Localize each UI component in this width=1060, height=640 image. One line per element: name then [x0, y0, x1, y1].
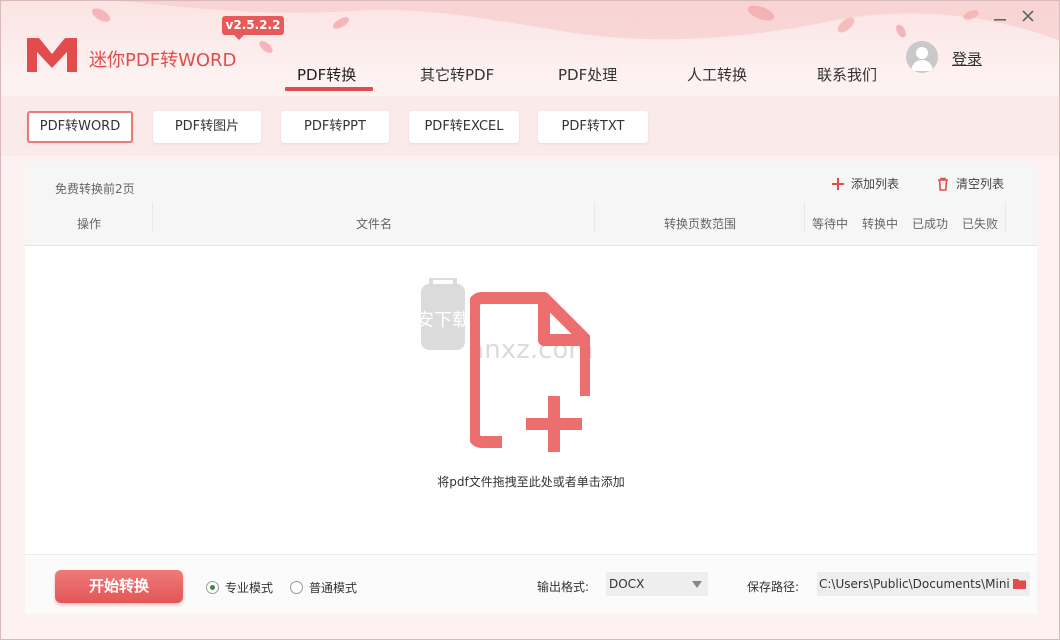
- save-path-label: 保存路径:: [747, 580, 800, 594]
- tab-manual-convert[interactable]: 人工转换: [687, 64, 747, 86]
- file-panel: 免费转换前2页 添加列表 清空列表 操作 文件名 转换页数范围 等待中 转换中 …: [25, 162, 1037, 614]
- output-format-select[interactable]: DOCX: [606, 572, 708, 596]
- clear-list-button[interactable]: 清空列表: [936, 175, 1004, 192]
- start-convert-button[interactable]: 开始转换: [55, 570, 183, 603]
- tab-contact-us[interactable]: 联系我们: [817, 64, 877, 86]
- add-file-icon: [470, 292, 590, 452]
- add-list-label: 添加列表: [851, 177, 900, 191]
- free-note: 免费转换前2页: [55, 182, 135, 196]
- column-header-failed: 已失败: [961, 217, 998, 231]
- subtab-pdf-to-excel[interactable]: PDF转EXCEL: [409, 111, 519, 143]
- subtab-pdf-to-txt[interactable]: PDF转TXT: [538, 111, 648, 143]
- column-header-page-range: 转换页数范围: [663, 217, 736, 231]
- trash-icon: [938, 177, 948, 191]
- tab-pdf-convert[interactable]: PDF转换: [297, 64, 356, 86]
- mode-normal-radio[interactable]: 普通模式: [290, 579, 357, 596]
- avatar[interactable]: [906, 41, 938, 73]
- output-format-value: DOCX: [609, 577, 645, 591]
- app-logo: [27, 38, 77, 72]
- close-icon[interactable]: [1019, 9, 1037, 27]
- column-header-converting: 转换中: [861, 217, 898, 231]
- table-header: 操作 文件名 转换页数范围 等待中 转换中 已成功 已失败: [25, 202, 1037, 246]
- save-path-value: C:\Users\Public\Documents\Mini: [819, 577, 1010, 591]
- column-header-succeeded: 已成功: [911, 217, 948, 231]
- subtab-pdf-to-image[interactable]: PDF转图片: [153, 111, 261, 143]
- subtab-pdf-to-ppt[interactable]: PDF转PPT: [281, 111, 389, 143]
- app-window: 迷你PDF转WORD v2.5.2.2 PDF转换 其它转PDF PDF处理 人…: [0, 0, 1060, 640]
- mode-professional-radio[interactable]: 专业模式: [206, 579, 273, 596]
- header: 迷你PDF转WORD v2.5.2.2 PDF转换 其它转PDF PDF处理 人…: [1, 1, 1059, 96]
- chevron-down-icon: [692, 581, 702, 588]
- radio-unchecked-icon: [290, 581, 303, 594]
- plus-icon: [832, 177, 844, 190]
- output-format-label: 输出格式:: [537, 580, 590, 594]
- user-icon: [911, 47, 933, 71]
- active-tab-indicator: [285, 87, 373, 91]
- folder-icon[interactable]: [1013, 578, 1026, 589]
- panel-toolbar: 免费转换前2页 添加列表 清空列表: [25, 162, 1037, 202]
- add-list-button[interactable]: 添加列表: [831, 175, 899, 192]
- drop-hint: 将pdf文件拖拽至此处或者单击添加: [437, 475, 625, 489]
- radio-checked-icon: [206, 581, 219, 594]
- column-header-waiting: 等待中: [811, 217, 848, 231]
- subtab-pdf-to-word[interactable]: PDF转WORD: [27, 111, 133, 143]
- tab-other-to-pdf[interactable]: 其它转PDF: [420, 64, 494, 86]
- file-drop-zone[interactable]: 安下载 anxz.com 将pdf文件拖拽至此处或者单击添加: [25, 246, 1037, 554]
- app-title: 迷你PDF转WORD: [89, 50, 237, 71]
- bottom-bar: 开始转换 专业模式 普通模式 输出格式: DOCX 保存路径: C:\Users…: [25, 554, 1037, 614]
- mode-professional-label: 专业模式: [225, 581, 274, 595]
- mode-normal-label: 普通模式: [309, 581, 358, 595]
- tab-pdf-process[interactable]: PDF处理: [558, 64, 617, 86]
- column-header-filename: 文件名: [355, 217, 392, 231]
- minimize-icon[interactable]: [991, 9, 1009, 27]
- login-link[interactable]: 登录: [952, 48, 982, 69]
- clear-list-label: 清空列表: [956, 177, 1005, 191]
- version-badge: v2.5.2.2: [222, 16, 284, 40]
- column-divider: [1005, 202, 1006, 232]
- column-header-action: 操作: [76, 217, 101, 231]
- watermark-text: 安下载: [421, 310, 470, 331]
- save-path-field[interactable]: C:\Users\Public\Documents\Mini: [817, 572, 1030, 596]
